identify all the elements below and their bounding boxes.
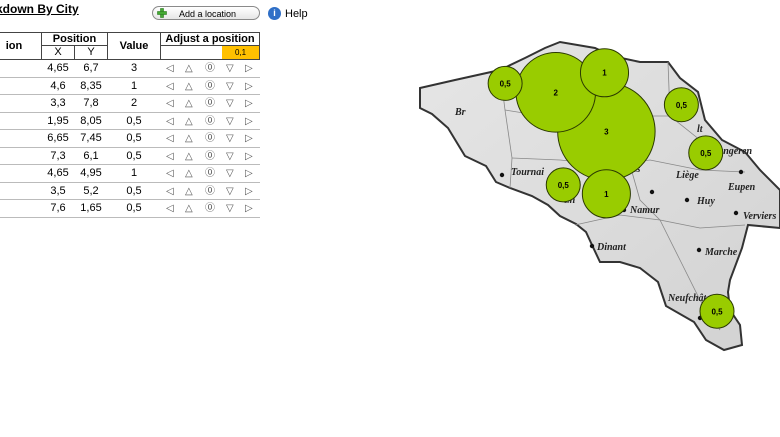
city-bubble[interactable]: 1 — [581, 169, 631, 219]
bubble-value-label: 0,5 — [711, 307, 723, 316]
bubble-value-label: 1 — [602, 69, 607, 78]
map-label: Eupen — [727, 182, 756, 193]
bubble-value-label: 0,5 — [500, 79, 512, 88]
city-bubble[interactable]: 0,5 — [545, 167, 581, 203]
city-bubble[interactable]: 0,5 — [663, 87, 699, 123]
bubble-value-label: 1 — [604, 190, 609, 199]
map-label: Br — [454, 107, 466, 118]
map-label: Namur — [629, 205, 660, 216]
bubble-value-label: 0,5 — [700, 149, 712, 158]
map-label: Tournai — [511, 167, 544, 178]
bubble-value-label: 2 — [554, 88, 559, 97]
bubble-value-label: 3 — [604, 127, 609, 136]
map-label: Huy — [696, 196, 715, 207]
belgium-map: Br lles lt Tongeren Liège Eupen Verviers… — [419, 40, 780, 352]
bubble-value-label: 0,5 — [558, 181, 570, 190]
bubble-value-label: 0,5 — [676, 101, 688, 110]
map-label: Verviers — [743, 211, 776, 222]
city-bubble[interactable]: 0,5 — [688, 135, 724, 171]
map-label: Dinant — [596, 242, 627, 253]
map-label: Marche — [704, 247, 738, 258]
city-bubble[interactable]: 0,5 — [699, 293, 735, 329]
city-bubble[interactable]: 1 — [579, 48, 630, 98]
city-bubble[interactable]: 0,5 — [487, 65, 523, 101]
map-label: Liège — [675, 170, 699, 181]
